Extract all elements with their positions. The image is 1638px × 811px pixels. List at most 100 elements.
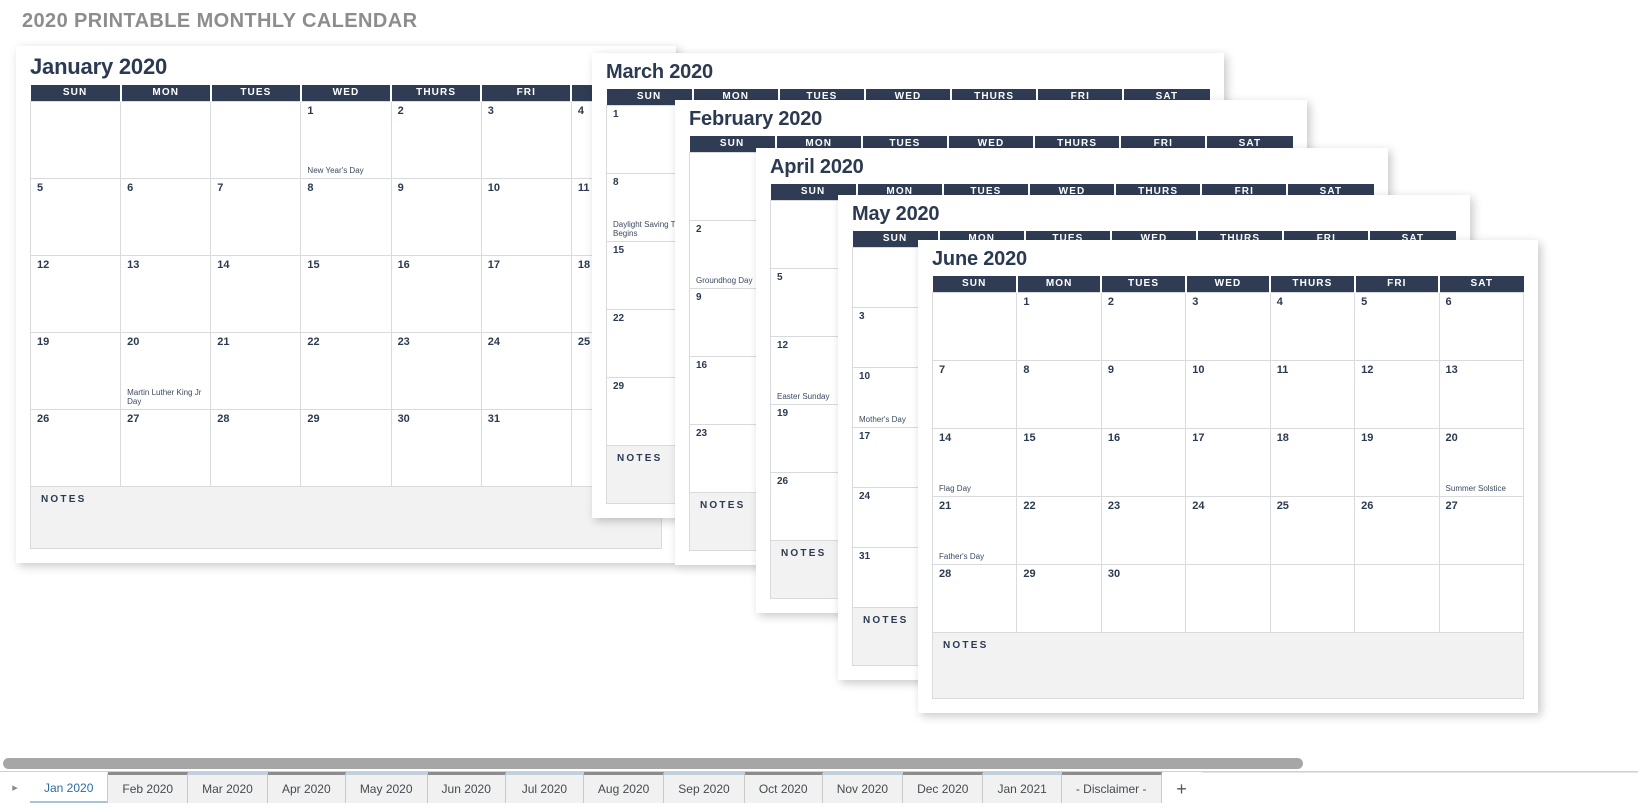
calendar-cell-day[interactable]: 17 xyxy=(1185,427,1271,497)
calendar-cell-day[interactable]: 3 xyxy=(1185,291,1271,361)
calendar-cell-day[interactable]: 12 xyxy=(29,254,122,333)
calendar-week-row: 28 29 30 xyxy=(931,563,1525,633)
calendar-cell-empty[interactable] xyxy=(120,100,212,179)
sheet-tab-disclaimer[interactable]: - Disclaimer - xyxy=(1061,772,1162,803)
calendar-cell-day[interactable]: 3 xyxy=(480,100,572,179)
calendar-cell-day[interactable]: 18 xyxy=(1269,427,1356,497)
calendar-cell-day[interactable]: 10 xyxy=(480,177,572,256)
calendar-cell-day[interactable]: 11 xyxy=(1269,359,1356,429)
weekday-header-sun: SUN xyxy=(30,85,122,101)
calendar-cell-day[interactable]: 15 xyxy=(300,254,392,333)
calendar-window-june[interactable]: June 2020 SUN MON TUES WED THURS FRI SAT 1 2 3 4 5 6 7… xyxy=(918,240,1538,713)
calendar-cell-empty[interactable] xyxy=(1438,563,1525,633)
add-sheet-button[interactable]: + xyxy=(1161,772,1202,803)
day-number: 6 xyxy=(1445,295,1452,308)
calendar-cell-day[interactable]: 29 xyxy=(1016,563,1102,633)
weekday-header-row: SUNMONTUESWEDTHURSFRISAT xyxy=(932,276,1524,292)
calendar-cell-day[interactable]: 30 xyxy=(390,408,482,487)
holiday-label: New Year's Day xyxy=(307,165,364,175)
sheet-tab-sep-2020[interactable]: Sep 2020 xyxy=(664,772,745,803)
calendar-cell-day[interactable]: 17 xyxy=(480,254,572,333)
sheet-tab-oct-2020[interactable]: Oct 2020 xyxy=(744,772,823,803)
calendar-cell-day[interactable]: 21 Father's Day xyxy=(931,495,1018,565)
calendar-cell-empty[interactable] xyxy=(1354,563,1440,633)
calendar-cell-day[interactable]: 20 Martin Luther King Jr Day xyxy=(120,331,212,410)
calendar-window-january[interactable]: January 2020 SUNMONTUESWEDTHURSFRISAT 1 New… xyxy=(16,46,676,563)
day-number: 1 xyxy=(1023,295,1030,308)
sheet-tab-dec-2020[interactable]: Dec 2020 xyxy=(903,772,984,803)
calendar-cell-day[interactable]: 4 xyxy=(1269,291,1356,361)
sheet-tab-jan-2021[interactable]: Jan 2021 xyxy=(983,772,1062,803)
calendar-cell-day[interactable]: 12 xyxy=(1354,359,1440,429)
sheet-tab-nov-2020[interactable]: Nov 2020 xyxy=(822,772,904,803)
calendar-cell-day[interactable]: 8 xyxy=(300,177,392,256)
sheet-tab-jan-2020[interactable]: Jan 2020 xyxy=(30,772,109,803)
calendar-cell-day[interactable]: 14 xyxy=(210,254,302,333)
calendar-cell-day[interactable]: 27 xyxy=(120,408,212,487)
day-number: 9 xyxy=(397,181,404,194)
calendar-cell-day[interactable]: 10 xyxy=(1185,359,1271,429)
calendar-cell-day[interactable]: 24 xyxy=(480,331,572,410)
calendar-cell-day[interactable]: 15 xyxy=(1016,427,1102,497)
calendar-cell-day[interactable]: 1 New Year's Day xyxy=(300,100,392,179)
calendar-cell-day[interactable]: 2 xyxy=(1100,291,1187,361)
calendar-cell-day[interactable]: 19 xyxy=(29,331,122,410)
calendar-cell-day[interactable]: 21 xyxy=(210,331,302,410)
calendar-cell-day[interactable]: 6 xyxy=(1438,291,1525,361)
calendar-cell-day[interactable]: 6 xyxy=(120,177,212,256)
calendar-cell-day[interactable]: 25 xyxy=(1269,495,1356,565)
calendar-cell-day[interactable]: 16 xyxy=(1100,427,1187,497)
calendar-cell-day[interactable]: 22 xyxy=(1016,495,1102,565)
calendar-cell-day[interactable]: 2 xyxy=(390,100,482,179)
calendar-cell-day[interactable]: 8 xyxy=(1016,359,1102,429)
day-number: 11 xyxy=(1276,363,1289,376)
calendar-cell-day[interactable]: 29 xyxy=(300,408,392,487)
calendar-cell-day[interactable]: 28 xyxy=(210,408,302,487)
calendar-cell-day[interactable]: 7 xyxy=(931,359,1018,429)
calendar-cell-empty[interactable] xyxy=(1269,563,1356,633)
sheet-tab-feb-2020[interactable]: Feb 2020 xyxy=(108,772,189,803)
calendar-cell-empty[interactable] xyxy=(210,100,302,179)
calendar-cell-empty[interactable] xyxy=(931,291,1018,361)
calendar-cell-day[interactable]: 26 xyxy=(29,408,122,487)
notes-section-january[interactable]: NOTES xyxy=(30,486,662,549)
calendar-cell-day[interactable]: 13 xyxy=(1438,359,1525,429)
calendar-cell-day[interactable]: 19 xyxy=(1354,427,1440,497)
calendar-cell-day[interactable]: 13 xyxy=(120,254,212,333)
calendar-cell-day[interactable]: 7 xyxy=(210,177,302,256)
calendar-cell-day[interactable]: 23 xyxy=(390,331,482,410)
sheet-tab-apr-2020[interactable]: Apr 2020 xyxy=(267,772,346,803)
sheet-tab-jul-2020[interactable]: Jul 2020 xyxy=(505,772,584,803)
calendar-cell-day[interactable]: 27 xyxy=(1438,495,1525,565)
sheet-tab-jun-2020[interactable]: Jun 2020 xyxy=(427,772,506,803)
calendar-cell-day[interactable]: 1 xyxy=(1016,291,1102,361)
tab-scroll-right-icon[interactable]: ▸ xyxy=(0,772,30,803)
calendar-cell-day[interactable]: 5 xyxy=(29,177,122,256)
calendar-cell-day[interactable]: 9 xyxy=(1100,359,1187,429)
calendar-cell-day[interactable]: 26 xyxy=(1354,495,1440,565)
horizontal-scrollbar[interactable] xyxy=(0,757,1638,771)
day-number: 29 xyxy=(307,412,320,425)
sheet-tab-aug-2020[interactable]: Aug 2020 xyxy=(583,772,665,803)
calendar-cell-day[interactable]: 28 xyxy=(931,563,1018,633)
calendar-cell-day[interactable]: 5 xyxy=(1354,291,1440,361)
calendar-cell-day[interactable]: 24 xyxy=(1185,495,1271,565)
day-number: 2 xyxy=(397,104,404,117)
calendar-cell-day[interactable]: 9 xyxy=(390,177,482,256)
weekday-header-thurs: THURS xyxy=(1269,276,1356,292)
calendar-cell-empty[interactable] xyxy=(29,100,122,179)
calendar-grid-june: SUN MON TUES WED THURS FRI SAT 1 2 3 4 5 6 7 8 9 10 11 12 1… xyxy=(931,276,1525,633)
notes-section-june[interactable]: NOTES xyxy=(932,632,1524,699)
calendar-cell-day[interactable]: 30 xyxy=(1100,563,1187,633)
calendar-cell-day[interactable]: 23 xyxy=(1100,495,1187,565)
sheet-tab-mar-2020[interactable]: Mar 2020 xyxy=(188,772,268,803)
calendar-cell-day[interactable]: 14 Flag Day xyxy=(931,427,1018,497)
calendar-cell-day[interactable]: 16 xyxy=(390,254,482,333)
horizontal-scrollbar-thumb[interactable] xyxy=(3,758,1303,769)
calendar-cell-empty[interactable] xyxy=(1185,563,1271,633)
page-title: 2020 PRINTABLE MONTHLY CALENDAR xyxy=(22,10,418,32)
calendar-cell-day[interactable]: 22 xyxy=(300,331,392,410)
calendar-cell-day[interactable]: 20 Summer Solstice xyxy=(1438,427,1525,497)
sheet-tab-may-2020[interactable]: May 2020 xyxy=(345,772,428,803)
calendar-cell-day[interactable]: 31 xyxy=(480,408,572,487)
